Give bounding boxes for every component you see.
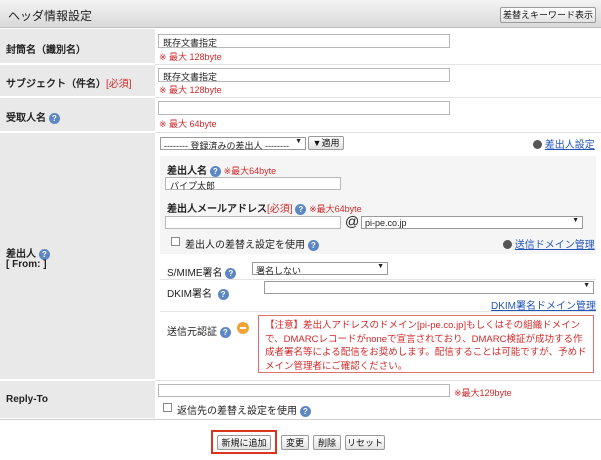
chevron-down-icon: ▼ xyxy=(377,263,384,270)
label-cell-recipient: 受取人名 ? xyxy=(0,98,155,132)
section-header: ヘッダ情報設定 差替えキーワード表示 xyxy=(0,0,601,28)
delete-button[interactable]: 削除 xyxy=(313,435,341,450)
sender-replace-label: 差出人の差替え設定を使用 xyxy=(185,240,305,251)
smime-row: S/MIME署名 ? xyxy=(167,264,237,279)
sender-replace-row: 差出人の差替え設定を使用 ? xyxy=(185,236,319,251)
label-cell-sender: 差出人 ? [ From: ] xyxy=(0,133,155,380)
dkim-select[interactable]: ▼ xyxy=(264,281,594,294)
sender-name-label: 差出人名 xyxy=(167,166,207,177)
help-icon[interactable]: ? xyxy=(48,113,60,124)
table-bottom-border xyxy=(0,419,601,420)
sender-name-input[interactable]: パイプ太郎 xyxy=(165,177,341,191)
sender-settings-link[interactable]: 差出人設定 xyxy=(545,140,595,151)
row-divider xyxy=(155,132,601,133)
subject-name-input[interactable]: 既存文書指定 xyxy=(158,34,450,48)
sender-replace-checkbox[interactable] xyxy=(171,237,180,246)
sender-domain-link[interactable]: 送信ドメイン管理 xyxy=(515,240,595,251)
sender-address-local-input[interactable] xyxy=(165,216,341,229)
subject-value: 既存文書指定 xyxy=(163,72,218,82)
auth-label: 送信元認証 xyxy=(167,327,217,338)
reset-button[interactable]: リセット xyxy=(345,435,385,450)
row-divider xyxy=(155,97,601,98)
sender-name-value: パイプ太郎 xyxy=(170,181,216,191)
reply-to-replace-checkbox[interactable] xyxy=(163,403,172,412)
sender-domain-value: pi-pe.co.jp xyxy=(365,218,407,228)
subject-name-value: 既存文書指定 xyxy=(163,38,218,48)
sender-domain-select[interactable]: pi-pe.co.jp ▼ xyxy=(361,216,583,229)
row-divider xyxy=(160,279,596,280)
help-icon[interactable]: ? xyxy=(217,289,229,300)
sender-settings-link-wrap[interactable]: 差出人設定 xyxy=(533,136,595,151)
sender-preset-select[interactable]: -------- 登録済みの差出人 -------- ▼ xyxy=(160,137,306,151)
reply-to-replace-label: 返信先の差替え設定を使用 xyxy=(177,406,297,417)
help-icon[interactable]: ? xyxy=(219,327,231,338)
help-icon[interactable]: ? xyxy=(295,204,307,215)
label-cell-reply-to: Reply-To xyxy=(0,381,155,419)
reply-to-replace-row: 返信先の差替え設定を使用 ? xyxy=(177,402,311,417)
label-cell-subject: サブジェクト（件名）[必須] xyxy=(0,65,155,97)
sender-address-label: 差出人メールアドレス xyxy=(167,204,267,215)
settings-link-icon xyxy=(533,140,542,149)
auth-notice-text: 【注意】差出人アドレスのドメイン[pi-pe.co.jp]もしくはその組織ドメイ… xyxy=(265,320,587,372)
recipient-label: 受取人名 xyxy=(6,113,46,124)
chevron-down-icon: ▼ xyxy=(295,138,302,145)
update-button[interactable]: 変更 xyxy=(281,435,309,450)
smime-label: S/MIME署名 xyxy=(167,268,223,279)
keyword-display-button[interactable]: 差替えキーワード表示 xyxy=(500,7,596,23)
sender-address-required: [必須] xyxy=(267,204,293,215)
subject-note: ※ 最大 128byte xyxy=(159,85,222,95)
warning-status-icon xyxy=(237,322,249,334)
sender-address-row: 差出人メールアドレス[必須] ? ※最大64byte xyxy=(167,200,362,215)
subject-name-label: 封筒名（識別名） xyxy=(6,45,86,56)
auth-notice-box: 【注意】差出人アドレスのドメイン[pi-pe.co.jp]もしくはその組織ドメイ… xyxy=(258,315,594,373)
auth-row: 送信元認証 ? xyxy=(167,323,231,338)
help-icon[interactable]: ? xyxy=(209,166,221,177)
chevron-down-icon: ▼ xyxy=(572,217,579,224)
section-title: ヘッダ情報設定 xyxy=(8,9,93,23)
add-new-button[interactable]: 新規に追加 xyxy=(217,435,271,450)
reply-to-label: Reply-To xyxy=(6,394,49,405)
reply-to-input[interactable] xyxy=(158,384,450,397)
dkim-domain-link[interactable]: DKIM署名ドメイン管理 xyxy=(491,297,596,312)
subject-required: [必須] xyxy=(106,79,132,90)
sender-from-label: [ From: ] xyxy=(6,259,47,270)
help-icon[interactable]: ? xyxy=(307,240,319,251)
label-cell-subject-name: 封筒名（識別名） xyxy=(0,29,155,64)
row-divider xyxy=(155,380,601,381)
recipient-input[interactable] xyxy=(158,101,450,115)
sender-name-note: ※最大64byte xyxy=(223,166,277,176)
recipient-note: ※ 最大 64byte xyxy=(159,119,217,129)
reply-to-note: ※最大129byte xyxy=(454,388,512,398)
sender-preset-value: -------- 登録済みの差出人 -------- xyxy=(164,141,289,151)
help-icon[interactable]: ? xyxy=(299,406,311,417)
apply-button[interactable]: ▼適用 xyxy=(308,136,344,150)
dkim-row: DKIM署名 ? xyxy=(167,285,229,300)
domain-link-wrap[interactable]: 送信ドメイン管理 xyxy=(503,236,595,251)
at-sign: @ xyxy=(345,213,360,229)
chevron-down-icon: ▼ xyxy=(583,282,590,289)
subject-label: サブジェクト（件名） xyxy=(6,79,106,90)
sender-name-row: 差出人名 ? ※最大64byte xyxy=(167,162,276,177)
subject-input[interactable]: 既存文書指定 xyxy=(158,68,450,82)
help-icon[interactable]: ? xyxy=(225,268,237,279)
subject-name-note: ※ 最大 128byte xyxy=(159,52,222,62)
row-divider xyxy=(155,64,601,65)
row-divider xyxy=(160,311,596,312)
smime-value: 署名しない xyxy=(256,266,302,276)
dkim-label: DKIM署名 xyxy=(167,289,212,300)
smime-select[interactable]: 署名しない ▼ xyxy=(252,262,388,276)
domain-link-icon xyxy=(503,240,512,249)
